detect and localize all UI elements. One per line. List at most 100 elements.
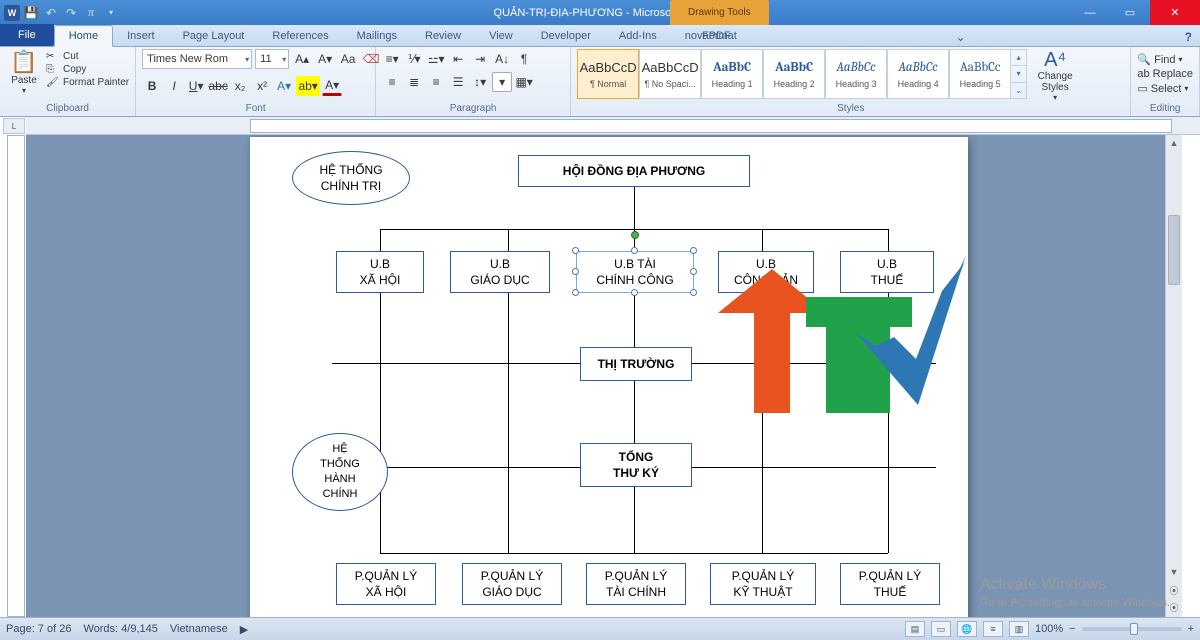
shape-p-giao-duc[interactable]: P.QUẢN LÝ GIÁO DỤC: [462, 563, 562, 605]
selection-handle[interactable]: [690, 247, 697, 254]
help-icon[interactable]: ?: [1177, 28, 1200, 46]
print-layout-view[interactable]: ▤: [905, 621, 925, 637]
undo-icon[interactable]: ↶: [42, 4, 60, 22]
word-count[interactable]: Words: 4/9,145: [83, 623, 157, 635]
scroll-down-button[interactable]: ▼: [1166, 564, 1182, 581]
minimize-button[interactable]: —: [1070, 0, 1110, 25]
cut-button[interactable]: ✂Cut: [46, 51, 129, 62]
borders-button[interactable]: ▦▾: [514, 72, 534, 92]
shrink-font-button[interactable]: A▾: [315, 49, 335, 69]
insert-tab[interactable]: Insert: [113, 26, 169, 46]
web-view[interactable]: 🌐: [957, 621, 977, 637]
shape-p-tai-chinh[interactable]: P.QUẢN LÝ TÀI CHÍNH: [586, 563, 686, 605]
shading-button[interactable]: ▾: [492, 72, 512, 92]
italic-button[interactable]: I: [164, 76, 184, 96]
strikethrough-button[interactable]: abc: [208, 76, 228, 96]
zoom-level[interactable]: 100%: [1035, 623, 1063, 635]
selection-handle[interactable]: [572, 268, 579, 275]
home-tab[interactable]: Home: [54, 25, 113, 47]
change-styles-button[interactable]: A⁴ Change Styles ▾: [1031, 49, 1079, 102]
style-no-spacing[interactable]: AaBbCcD¶ No Spaci...: [639, 49, 701, 99]
draft-view[interactable]: ▥: [1009, 621, 1029, 637]
outline-view[interactable]: ≡: [983, 621, 1003, 637]
view-tab[interactable]: View: [475, 26, 527, 46]
copy-button[interactable]: ⎘Copy: [46, 64, 129, 75]
macro-icon[interactable]: ▶: [240, 623, 248, 636]
page[interactable]: HỆ THỐNG CHÍNH TRỊ HỘI ĐỒNG ĐỊA PHƯƠNG U…: [250, 137, 968, 617]
style-normal[interactable]: AaBbCcD¶ Normal: [577, 49, 639, 99]
superscript-button[interactable]: x²: [252, 76, 272, 96]
shape-ub-thue[interactable]: U.B THUẾ: [840, 251, 934, 293]
grow-font-button[interactable]: A▴: [292, 49, 312, 69]
selection-handle[interactable]: [572, 289, 579, 296]
fullscreen-view[interactable]: ▭: [931, 621, 951, 637]
shape-ub-giao-duc[interactable]: U.B GIÁO DỤC: [450, 251, 550, 293]
change-case-button[interactable]: Aa: [338, 49, 358, 69]
font-color-button[interactable]: A▾: [322, 76, 342, 96]
horizontal-ruler[interactable]: [26, 117, 1200, 135]
ribbon-minimize-icon[interactable]: ⌄: [948, 28, 974, 46]
line-spacing-button[interactable]: ↕▾: [470, 72, 490, 92]
developer-tab[interactable]: Developer: [527, 26, 605, 46]
next-page-button[interactable]: ⦿: [1166, 600, 1182, 617]
vertical-scrollbar[interactable]: ▲ ▼ ⦿ ⦿: [1165, 135, 1182, 617]
maximize-button[interactable]: ▭: [1110, 0, 1150, 25]
shape-he-thong-hanh-chinh[interactable]: HỆ THỐNG HÀNH CHÍNH: [292, 433, 388, 511]
shape-p-ky-thuat[interactable]: P.QUẢN LÝ KỸ THUẬT: [710, 563, 816, 605]
scroll-thumb[interactable]: [1168, 215, 1180, 285]
align-center-button[interactable]: ≣: [404, 72, 424, 92]
decrease-indent-button[interactable]: ⇤: [448, 49, 468, 69]
increase-indent-button[interactable]: ⇥: [470, 49, 490, 69]
addins-tab[interactable]: Add-Ins: [605, 26, 671, 46]
shape-tong-thu-ky[interactable]: TỔNG THƯ KÝ: [580, 443, 692, 487]
qat-dropdown-icon[interactable]: ▾: [102, 4, 120, 22]
format-painter-button[interactable]: 🖌Format Painter: [46, 77, 129, 88]
selection-handle[interactable]: [690, 289, 697, 296]
style-heading2[interactable]: AaBbCHeading 2: [763, 49, 825, 99]
zoom-in-button[interactable]: +: [1188, 623, 1194, 635]
multilevel-button[interactable]: ⚍▾: [426, 49, 446, 69]
selection-handle[interactable]: [631, 289, 638, 296]
align-left-button[interactable]: ≡: [382, 72, 402, 92]
style-heading1[interactable]: AaBbCHeading 1: [701, 49, 763, 99]
font-name-dropdown[interactable]: Times New Rom: [142, 49, 252, 69]
shape-p-xa-hoi[interactable]: P.QUẢN LÝ XÃ HỘI: [336, 563, 436, 605]
prev-page-button[interactable]: ⦿: [1166, 583, 1182, 600]
shape-p-thue[interactable]: P.QUẢN LÝ THUẾ: [840, 563, 940, 605]
shape-thi-truong[interactable]: THỊ TRƯỜNG: [580, 347, 692, 381]
selection-handle[interactable]: [631, 247, 638, 254]
shape-hoi-dong[interactable]: HỘI ĐỒNG ĐỊA PHƯƠNG: [518, 155, 750, 187]
show-marks-button[interactable]: ¶: [514, 49, 534, 69]
redo-icon[interactable]: ↷: [62, 4, 80, 22]
text-effects-button[interactable]: A▾: [274, 76, 294, 96]
highlight-button[interactable]: ab▾: [296, 76, 320, 96]
select-button[interactable]: ▭Select▾: [1137, 82, 1188, 95]
underline-button[interactable]: U▾: [186, 76, 206, 96]
shape-ub-tai-chinh-selected[interactable]: U.B TÀI CHÍNH CÔNG: [576, 251, 694, 293]
mailings-tab[interactable]: Mailings: [343, 26, 411, 46]
selection-handle[interactable]: [572, 247, 579, 254]
zoom-knob[interactable]: [1130, 623, 1138, 635]
vertical-ruler[interactable]: [7, 135, 25, 617]
style-heading5[interactable]: AaBbCcHeading 5: [949, 49, 1011, 99]
style-heading4[interactable]: AaBbCcHeading 4: [887, 49, 949, 99]
zoom-out-button[interactable]: −: [1069, 623, 1075, 635]
file-tab[interactable]: File: [0, 24, 54, 46]
find-button[interactable]: 🔍Find▾: [1137, 53, 1182, 66]
qat-more-icon[interactable]: π: [82, 4, 100, 22]
bullets-button[interactable]: ≡▾: [382, 49, 402, 69]
justify-button[interactable]: ☰: [448, 72, 468, 92]
shape-ub-xa-hoi[interactable]: U.B XÃ HỘI: [336, 251, 424, 293]
page-status[interactable]: Page: 7 of 26: [6, 623, 71, 635]
close-button[interactable]: ✕: [1150, 0, 1200, 25]
page-layout-tab[interactable]: Page Layout: [169, 26, 259, 46]
rotation-handle[interactable]: [631, 231, 639, 239]
scroll-up-button[interactable]: ▲: [1166, 135, 1182, 152]
style-heading3[interactable]: AaBbCcHeading 3: [825, 49, 887, 99]
replace-button[interactable]: abReplace: [1137, 68, 1193, 80]
styles-gallery-more[interactable]: ▴▾⌄: [1011, 49, 1027, 99]
align-right-button[interactable]: ≡: [426, 72, 446, 92]
zoom-slider[interactable]: [1082, 627, 1182, 631]
format-tab[interactable]: Format: [688, 26, 751, 46]
save-icon[interactable]: 💾: [22, 4, 40, 22]
